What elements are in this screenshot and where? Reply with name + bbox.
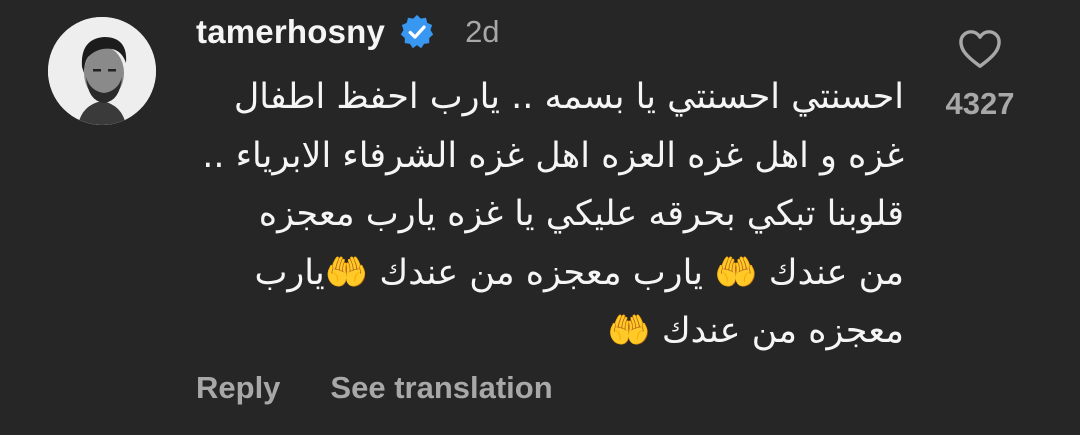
comment-text-line: غزه و اهل غزه العزه اهل غزه الشرفاء الاب…: [202, 135, 904, 176]
comment-timestamp: 2d: [465, 14, 500, 49]
comment-actions: Reply See translation: [196, 370, 553, 406]
see-translation-button[interactable]: See translation: [330, 370, 552, 406]
comment-text-line: من عندك 🤲 يارب معجزه من عندك 🤲يارب: [254, 252, 904, 293]
comment-header: tamerhosny 2d: [196, 10, 500, 54]
comment-item: tamerhosny 2d احسنتي احسنتي يا بسمه .. ي…: [0, 0, 1080, 435]
verified-badge-icon: [399, 14, 435, 50]
like-count: 4327: [945, 86, 1015, 121]
profile-photo: [48, 17, 156, 125]
comment-text: احسنتي احسنتي يا بسمه .. يارب احفظ اطفال…: [196, 68, 904, 361]
comment-text-line: معجزه من عندك 🤲: [607, 311, 904, 351]
avatar[interactable]: [48, 17, 156, 125]
reply-button[interactable]: Reply: [196, 370, 280, 406]
heart-outline-icon[interactable]: [957, 28, 1003, 70]
comment-text-line: احسنتي احسنتي يا بسمه .. يارب احفظ اطفال: [233, 77, 904, 117]
username[interactable]: tamerhosny: [196, 13, 385, 51]
comment-text-line: قلوبنا تبكي بحرقه عليكي يا غزه يارب معجز…: [258, 194, 904, 234]
like-area: 4327: [930, 28, 1030, 122]
